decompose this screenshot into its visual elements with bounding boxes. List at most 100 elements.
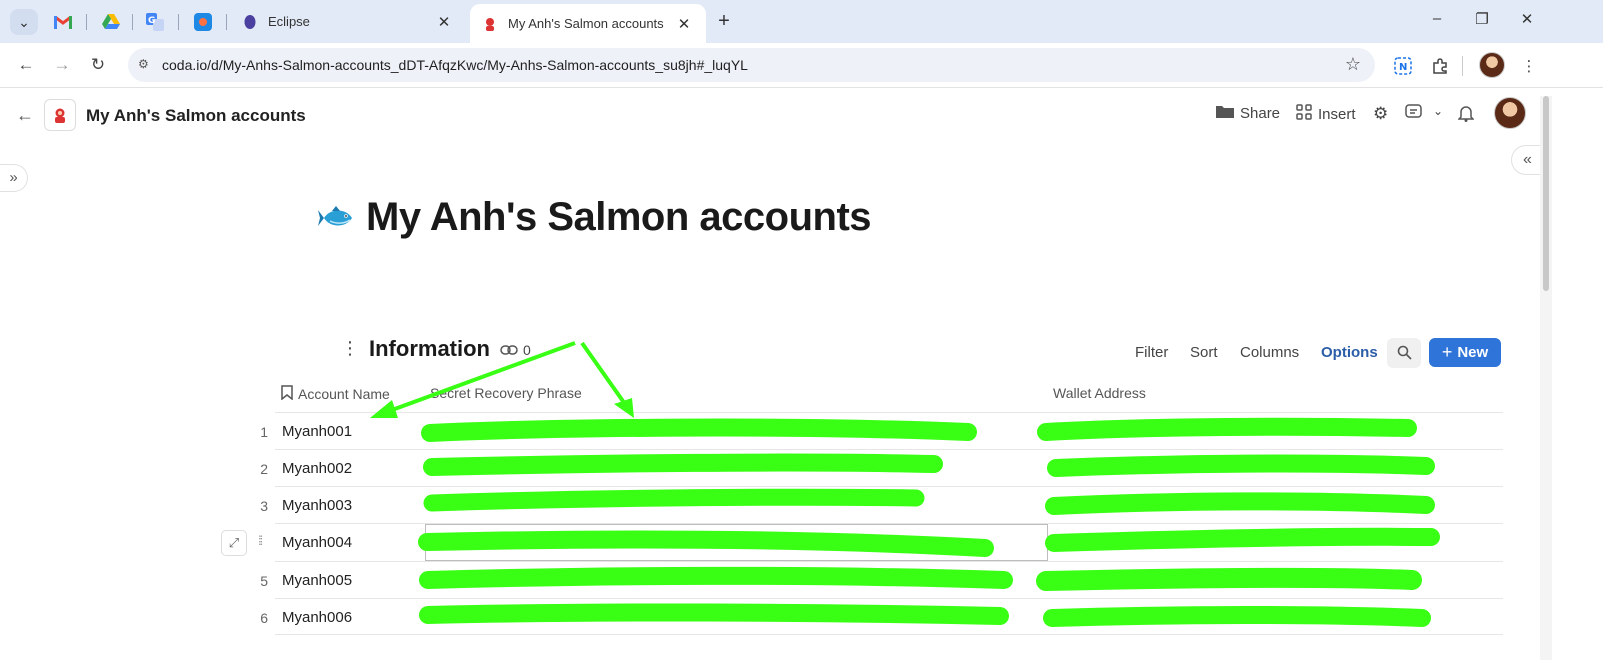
user-avatar[interactable] [1494,97,1526,129]
browser-tab-bar: ⌄ G Eclipse ✕ My Anh's Salmon accounts ✕… [0,0,1603,43]
table-row[interactable]: 3 Myanh003 [260,486,1503,523]
google-translate-icon: G [146,13,164,31]
tab-separator [132,14,133,30]
toolbar-separator [1462,56,1463,76]
columns-button[interactable]: Columns [1240,344,1299,361]
reload-icon[interactable]: ↻ [86,54,110,78]
table-row[interactable]: Myanh004 [275,523,1503,561]
comments-icon[interactable] [1405,104,1423,120]
table-row[interactable]: 2 Myanh002 [260,449,1503,486]
gmail-icon [54,15,72,29]
folder-icon [1216,104,1234,122]
chevron-down-icon: ⌄ [18,13,30,30]
account-name-cell[interactable]: Myanh002 [282,460,352,477]
new-tab-button[interactable]: + [712,10,736,34]
options-button[interactable]: Options [1321,344,1378,361]
doc-header: ← My Anh's Salmon accounts Share Insert … [0,89,1540,141]
page-heading: My Anh's Salmon accounts [318,195,872,240]
row-number: 6 [260,610,268,626]
column-header-secret-recovery-phrase[interactable]: Secret Recovery Phrase [430,385,582,401]
expand-row-icon[interactable]: ⤢ [221,530,247,556]
link-icon [500,342,518,358]
account-name-cell[interactable]: Myanh003 [282,497,352,514]
back-arrow-icon[interactable]: ← [16,105,34,126]
pinned-tab-translate[interactable]: G [144,11,166,33]
bookmark-star-icon[interactable]: ☆ [1345,54,1361,75]
column-header-wallet-address[interactable]: Wallet Address [1053,385,1146,401]
kebab-menu-icon[interactable]: ⋮ [1517,54,1541,78]
doc-favicon-icon [482,16,498,32]
new-row-button[interactable]: + New [1429,338,1501,367]
page-scrollbar[interactable] [1540,96,1552,660]
share-label: Share [1240,104,1281,122]
fish-icon [318,205,352,226]
maximize-button[interactable]: ❐ [1467,10,1497,32]
tab-eclipse[interactable]: Eclipse ✕ [230,5,466,38]
svg-text:N: N [1399,62,1407,73]
site-settings-icon[interactable]: ⚙ [138,57,154,73]
column-header-account-name[interactable]: Account Name [281,385,390,403]
scrollbar-thumb[interactable] [1543,96,1549,291]
tab-salmon-accounts[interactable]: My Anh's Salmon accounts ✕ [470,4,706,43]
puzzle-icon[interactable] [1428,54,1452,78]
svg-text:G: G [148,16,155,26]
search-icon [1397,345,1412,360]
expand-sidebar-button[interactable]: » [0,164,28,192]
profile-avatar[interactable] [1479,52,1505,78]
sort-button[interactable]: Sort [1190,344,1218,361]
close-window-button[interactable]: ✕ [1512,10,1542,32]
bookmark-icon [281,385,293,403]
grid-icon [1296,104,1312,124]
bell-icon[interactable] [1458,104,1474,122]
forward-arrow-icon[interactable]: → [50,54,74,78]
pinned-tab-app[interactable] [192,11,214,33]
doc-title[interactable]: My Anh's Salmon accounts [86,106,306,126]
selected-cell-outline [425,524,1048,561]
column-header-label: Wallet Address [1053,385,1146,401]
eclipse-icon [242,14,258,30]
share-button[interactable]: Share [1216,104,1280,122]
row-number: 3 [260,498,268,514]
browser-toolbar: ← → ↻ ⚙ coda.io/d/My-Anhs-Salmon-account… [0,43,1603,88]
tab-separator [86,14,87,30]
address-bar[interactable]: ⚙ coda.io/d/My-Anhs-Salmon-accounts_dDT-… [128,48,1375,82]
tab-separator [178,14,179,30]
close-icon[interactable]: ✕ [674,15,694,33]
new-label: New [1457,344,1489,361]
page-title[interactable]: My Anh's Salmon accounts [366,195,872,240]
pinned-tab-gmail[interactable] [52,11,74,33]
insert-label: Insert [1318,105,1356,123]
table-row[interactable]: 6 Myanh006 [260,598,1503,635]
tab-separator [226,14,227,30]
collapse-panel-button[interactable]: « [1511,145,1543,175]
pinned-tab-drive[interactable] [100,11,122,33]
account-name-cell[interactable]: Myanh006 [282,609,352,626]
filter-button[interactable]: Filter [1135,344,1168,361]
table-title[interactable]: Information [369,336,490,362]
account-name-cell[interactable]: Myanh005 [282,572,352,589]
account-name-cell[interactable]: Myanh001 [282,423,352,440]
doc-icon[interactable] [44,99,76,131]
close-icon[interactable]: ✕ [434,13,454,31]
table-search-button[interactable] [1387,338,1421,368]
row-number: 5 [260,573,268,589]
table-row[interactable]: 5 Myanh005 [260,561,1503,598]
url-text[interactable]: coda.io/d/My-Anhs-Salmon-accounts_dDT-Af… [162,57,748,73]
account-name-cell[interactable]: Myanh004 [282,534,352,551]
minimize-button[interactable]: – [1422,10,1452,32]
insert-button[interactable]: Insert [1296,104,1356,124]
tab-search-button[interactable]: ⌄ [10,9,38,35]
gear-icon[interactable]: ⚙ [1373,104,1388,124]
table-link-count[interactable]: 0 [500,342,531,358]
table-row[interactable]: 1 Myanh001 [260,412,1503,449]
column-header-label: Secret Recovery Phrase [430,385,582,401]
extension-icon[interactable]: N [1391,54,1415,78]
table-menu-icon[interactable]: ⋮ [341,339,359,357]
link-count: 0 [523,342,531,358]
chevron-down-icon[interactable]: ⌄ [1433,104,1443,118]
drag-handle-icon[interactable]: ⁞⁞ [258,533,263,548]
tab-title: Eclipse [268,14,310,29]
back-arrow-icon[interactable]: ← [14,54,38,78]
plus-icon: + [1441,342,1453,362]
column-header-label: Account Name [298,386,390,402]
